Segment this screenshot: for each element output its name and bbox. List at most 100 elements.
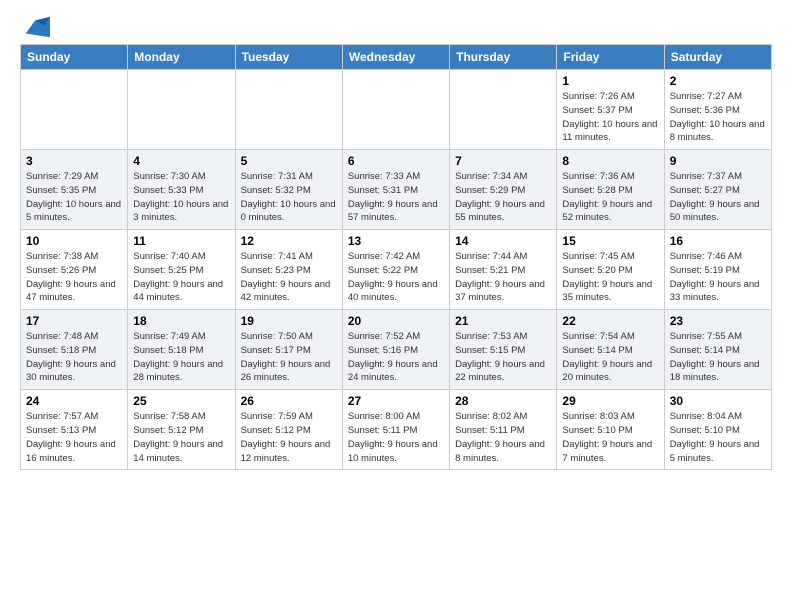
logo-text bbox=[20, 16, 50, 38]
calendar-cell: 20 Sunrise: 7:52 AM Sunset: 5:16 PM Dayli… bbox=[342, 310, 449, 390]
day-number: 13 bbox=[348, 234, 444, 248]
day-info: Sunrise: 8:00 AM Sunset: 5:11 PM Dayligh… bbox=[348, 410, 444, 465]
day-number: 8 bbox=[562, 154, 658, 168]
calendar-week-row: 1 Sunrise: 7:26 AM Sunset: 5:37 PM Daylig… bbox=[21, 70, 772, 150]
day-info: Sunrise: 7:30 AM Sunset: 5:33 PM Dayligh… bbox=[133, 170, 229, 225]
day-info: Sunrise: 7:50 AM Sunset: 5:17 PM Dayligh… bbox=[241, 330, 337, 385]
day-number: 18 bbox=[133, 314, 229, 328]
calendar-cell: 4Sunrise: 7:30 AM Sunset: 5:33 PM Daylig… bbox=[128, 150, 235, 230]
logo-icon bbox=[22, 16, 50, 38]
day-number: 16 bbox=[670, 234, 766, 248]
calendar-cell: 30 Sunrise: 8:04 AM Sunset: 5:10 PM Dayli… bbox=[664, 390, 771, 470]
calendar-cell bbox=[342, 70, 449, 150]
day-info: Sunrise: 8:04 AM Sunset: 5:10 PM Dayligh… bbox=[670, 410, 766, 465]
day-info: Sunrise: 7:40 AM Sunset: 5:25 PM Dayligh… bbox=[133, 250, 229, 305]
day-info: Sunrise: 8:02 AM Sunset: 5:11 PM Dayligh… bbox=[455, 410, 551, 465]
day-info: Sunrise: 7:38 AM Sunset: 5:26 PM Dayligh… bbox=[26, 250, 122, 305]
calendar-cell: 28 Sunrise: 8:02 AM Sunset: 5:11 PM Dayli… bbox=[450, 390, 557, 470]
day-info: Sunrise: 7:31 AM Sunset: 5:32 PM Dayligh… bbox=[241, 170, 337, 225]
calendar-cell: 13 Sunrise: 7:42 AM Sunset: 5:22 PM Dayli… bbox=[342, 230, 449, 310]
day-info: Sunrise: 7:26 AM Sunset: 5:37 PM Dayligh… bbox=[562, 90, 658, 145]
day-number: 27 bbox=[348, 394, 444, 408]
calendar-week-row: 10 Sunrise: 7:38 AM Sunset: 5:26 PM Dayli… bbox=[21, 230, 772, 310]
day-number: 20 bbox=[348, 314, 444, 328]
day-info: Sunrise: 7:44 AM Sunset: 5:21 PM Dayligh… bbox=[455, 250, 551, 305]
day-info: Sunrise: 7:45 AM Sunset: 5:20 PM Dayligh… bbox=[562, 250, 658, 305]
calendar-cell bbox=[21, 70, 128, 150]
day-number: 7 bbox=[455, 154, 551, 168]
weekday-saturday: Saturday bbox=[664, 45, 771, 70]
calendar-cell: 23 Sunrise: 7:55 AM Sunset: 5:14 PM Dayli… bbox=[664, 310, 771, 390]
day-info: Sunrise: 8:03 AM Sunset: 5:10 PM Dayligh… bbox=[562, 410, 658, 465]
day-info: Sunrise: 7:48 AM Sunset: 5:18 PM Dayligh… bbox=[26, 330, 122, 385]
day-info: Sunrise: 7:33 AM Sunset: 5:31 PM Dayligh… bbox=[348, 170, 444, 225]
calendar-cell: 15 Sunrise: 7:45 AM Sunset: 5:20 PM Dayli… bbox=[557, 230, 664, 310]
calendar-cell: 29 Sunrise: 8:03 AM Sunset: 5:10 PM Dayli… bbox=[557, 390, 664, 470]
day-number: 24 bbox=[26, 394, 122, 408]
page: Sunday Monday Tuesday Wednesday Thursday… bbox=[0, 0, 792, 480]
calendar-cell: 11Sunrise: 7:40 AM Sunset: 5:25 PM Dayli… bbox=[128, 230, 235, 310]
day-info: Sunrise: 7:41 AM Sunset: 5:23 PM Dayligh… bbox=[241, 250, 337, 305]
calendar-cell: 10 Sunrise: 7:38 AM Sunset: 5:26 PM Dayli… bbox=[21, 230, 128, 310]
day-info: Sunrise: 7:54 AM Sunset: 5:14 PM Dayligh… bbox=[562, 330, 658, 385]
day-number: 14 bbox=[455, 234, 551, 248]
day-number: 23 bbox=[670, 314, 766, 328]
day-info: Sunrise: 7:46 AM Sunset: 5:19 PM Dayligh… bbox=[670, 250, 766, 305]
day-number: 9 bbox=[670, 154, 766, 168]
day-number: 12 bbox=[241, 234, 337, 248]
day-info: Sunrise: 7:55 AM Sunset: 5:14 PM Dayligh… bbox=[670, 330, 766, 385]
day-info: Sunrise: 7:42 AM Sunset: 5:22 PM Dayligh… bbox=[348, 250, 444, 305]
day-info: Sunrise: 7:49 AM Sunset: 5:18 PM Dayligh… bbox=[133, 330, 229, 385]
day-number: 5 bbox=[241, 154, 337, 168]
calendar-cell: 27 Sunrise: 8:00 AM Sunset: 5:11 PM Dayli… bbox=[342, 390, 449, 470]
day-number: 21 bbox=[455, 314, 551, 328]
day-info: Sunrise: 7:59 AM Sunset: 5:12 PM Dayligh… bbox=[241, 410, 337, 465]
calendar-cell: 8Sunrise: 7:36 AM Sunset: 5:28 PM Daylig… bbox=[557, 150, 664, 230]
calendar-cell: 18 Sunrise: 7:49 AM Sunset: 5:18 PM Dayli… bbox=[128, 310, 235, 390]
calendar-cell: 25 Sunrise: 7:58 AM Sunset: 5:12 PM Dayli… bbox=[128, 390, 235, 470]
calendar-cell bbox=[235, 70, 342, 150]
calendar-cell: 12 Sunrise: 7:41 AM Sunset: 5:23 PM Dayli… bbox=[235, 230, 342, 310]
weekday-header-row: Sunday Monday Tuesday Wednesday Thursday… bbox=[21, 45, 772, 70]
calendar-week-row: 24Sunrise: 7:57 AM Sunset: 5:13 PM Dayli… bbox=[21, 390, 772, 470]
calendar-cell: 26 Sunrise: 7:59 AM Sunset: 5:12 PM Dayli… bbox=[235, 390, 342, 470]
day-info: Sunrise: 7:34 AM Sunset: 5:29 PM Dayligh… bbox=[455, 170, 551, 225]
weekday-tuesday: Tuesday bbox=[235, 45, 342, 70]
calendar-cell: 24Sunrise: 7:57 AM Sunset: 5:13 PM Dayli… bbox=[21, 390, 128, 470]
day-number: 15 bbox=[562, 234, 658, 248]
calendar-header: Sunday Monday Tuesday Wednesday Thursday… bbox=[21, 45, 772, 70]
day-info: Sunrise: 7:53 AM Sunset: 5:15 PM Dayligh… bbox=[455, 330, 551, 385]
day-info: Sunrise: 7:29 AM Sunset: 5:35 PM Dayligh… bbox=[26, 170, 122, 225]
day-number: 1 bbox=[562, 74, 658, 88]
calendar-cell: 17 Sunrise: 7:48 AM Sunset: 5:18 PM Dayli… bbox=[21, 310, 128, 390]
weekday-friday: Friday bbox=[557, 45, 664, 70]
calendar-cell: 5 Sunrise: 7:31 AM Sunset: 5:32 PM Daylig… bbox=[235, 150, 342, 230]
calendar-cell bbox=[128, 70, 235, 150]
calendar-cell: 21 Sunrise: 7:53 AM Sunset: 5:15 PM Dayli… bbox=[450, 310, 557, 390]
weekday-thursday: Thursday bbox=[450, 45, 557, 70]
calendar-cell: 19Sunrise: 7:50 AM Sunset: 5:17 PM Dayli… bbox=[235, 310, 342, 390]
calendar-cell: 1 Sunrise: 7:26 AM Sunset: 5:37 PM Daylig… bbox=[557, 70, 664, 150]
day-number: 30 bbox=[670, 394, 766, 408]
day-number: 17 bbox=[26, 314, 122, 328]
day-info: Sunrise: 7:27 AM Sunset: 5:36 PM Dayligh… bbox=[670, 90, 766, 145]
day-number: 22 bbox=[562, 314, 658, 328]
day-number: 26 bbox=[241, 394, 337, 408]
weekday-monday: Monday bbox=[128, 45, 235, 70]
day-number: 28 bbox=[455, 394, 551, 408]
calendar-cell bbox=[450, 70, 557, 150]
header bbox=[20, 16, 772, 34]
weekday-sunday: Sunday bbox=[21, 45, 128, 70]
day-number: 2 bbox=[670, 74, 766, 88]
calendar-cell: 7 Sunrise: 7:34 AM Sunset: 5:29 PM Daylig… bbox=[450, 150, 557, 230]
day-number: 10 bbox=[26, 234, 122, 248]
day-number: 6 bbox=[348, 154, 444, 168]
calendar-cell: 6 Sunrise: 7:33 AM Sunset: 5:31 PM Daylig… bbox=[342, 150, 449, 230]
calendar-week-row: 17 Sunrise: 7:48 AM Sunset: 5:18 PM Dayli… bbox=[21, 310, 772, 390]
calendar-week-row: 3 Sunrise: 7:29 AM Sunset: 5:35 PM Daylig… bbox=[21, 150, 772, 230]
day-info: Sunrise: 7:58 AM Sunset: 5:12 PM Dayligh… bbox=[133, 410, 229, 465]
day-number: 3 bbox=[26, 154, 122, 168]
day-number: 25 bbox=[133, 394, 229, 408]
day-info: Sunrise: 7:52 AM Sunset: 5:16 PM Dayligh… bbox=[348, 330, 444, 385]
day-number: 29 bbox=[562, 394, 658, 408]
